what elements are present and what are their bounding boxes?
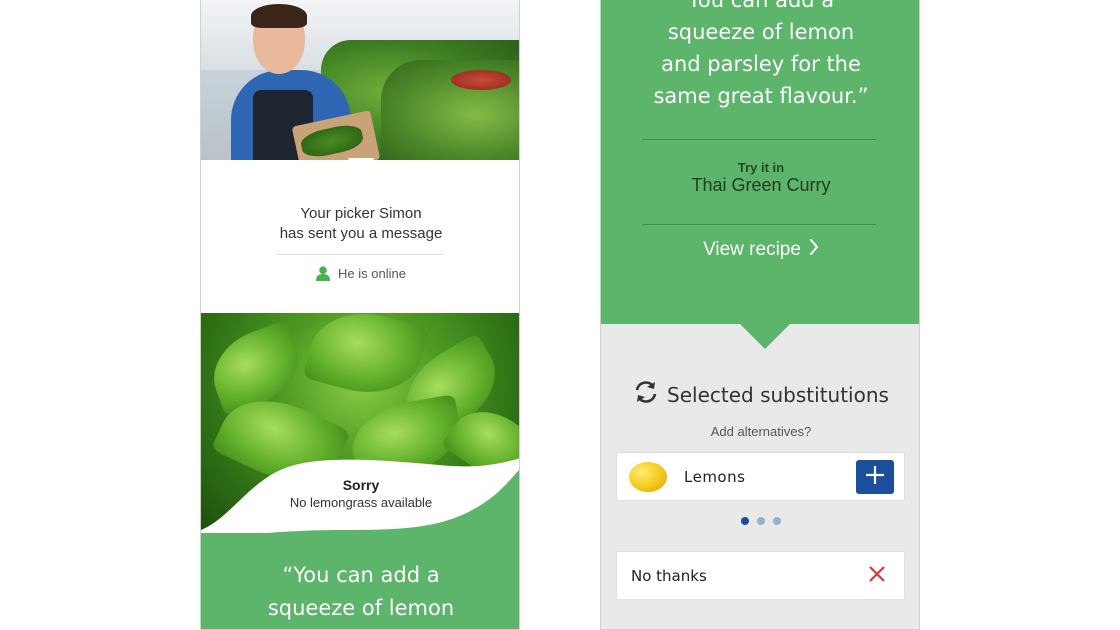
substitutions-title-text: Selected substitutions: [667, 382, 889, 407]
carousel-dot[interactable]: [773, 517, 781, 525]
recipe-name: Thai Green Curry: [691, 175, 831, 195]
divider: [642, 139, 876, 140]
plus-icon: [865, 465, 885, 489]
sorry-subtitle: No lemongrass available: [289, 495, 433, 510]
quote-panel: You can add a squeeze of lemon and parsl…: [601, 0, 919, 324]
item-name: Lemons: [684, 467, 746, 486]
carousel-dots: [601, 517, 919, 525]
chevron-right-icon: [809, 238, 819, 262]
speech-notch: [739, 323, 791, 349]
online-status: He is online: [201, 266, 519, 281]
no-thanks-label: No thanks: [631, 566, 707, 585]
divider: [276, 254, 444, 255]
picker-message-line1: Your picker Simon: [300, 205, 422, 222]
picker-message: Your picker Simon has sent you a message: [201, 204, 519, 244]
carousel-dot[interactable]: [757, 517, 765, 525]
online-status-text: He is online: [338, 266, 406, 281]
add-item-button[interactable]: [856, 459, 894, 494]
picker-quote-full: You can add a squeeze of lemon and parsl…: [653, 0, 869, 108]
view-recipe-link[interactable]: View recipe: [601, 238, 919, 262]
close-icon: [868, 565, 886, 587]
try-it-label: Try it in: [737, 160, 785, 175]
picker-quote: “You can add a squeeze of lemon: [201, 533, 519, 629]
picker-message-line2: has sent you a message: [279, 225, 443, 242]
substitutions-title: Selected substitutions: [601, 380, 919, 409]
picker-quote-line1: “You can add a: [282, 563, 440, 587]
sorry-title: Sorry: [342, 477, 380, 493]
substitution-item: Lemons: [616, 452, 905, 501]
refresh-icon: [633, 380, 659, 409]
picker-photo: [201, 0, 519, 160]
speech-notch: [348, 158, 374, 184]
substitutions-screen: You can add a squeeze of lemon and parsl…: [600, 0, 920, 630]
add-alternatives-prompt: Add alternatives?: [710, 424, 812, 439]
picker-message-screen: Your picker Simon has sent you a message…: [200, 0, 520, 630]
picker-quote-line2: squeeze of lemon: [267, 596, 455, 620]
carousel-dot[interactable]: [741, 517, 749, 525]
view-recipe-label: View recipe: [703, 239, 801, 260]
lemon-image: [629, 461, 667, 492]
user-icon: [316, 266, 331, 281]
divider: [642, 224, 876, 225]
no-thanks-button[interactable]: No thanks: [616, 551, 905, 600]
